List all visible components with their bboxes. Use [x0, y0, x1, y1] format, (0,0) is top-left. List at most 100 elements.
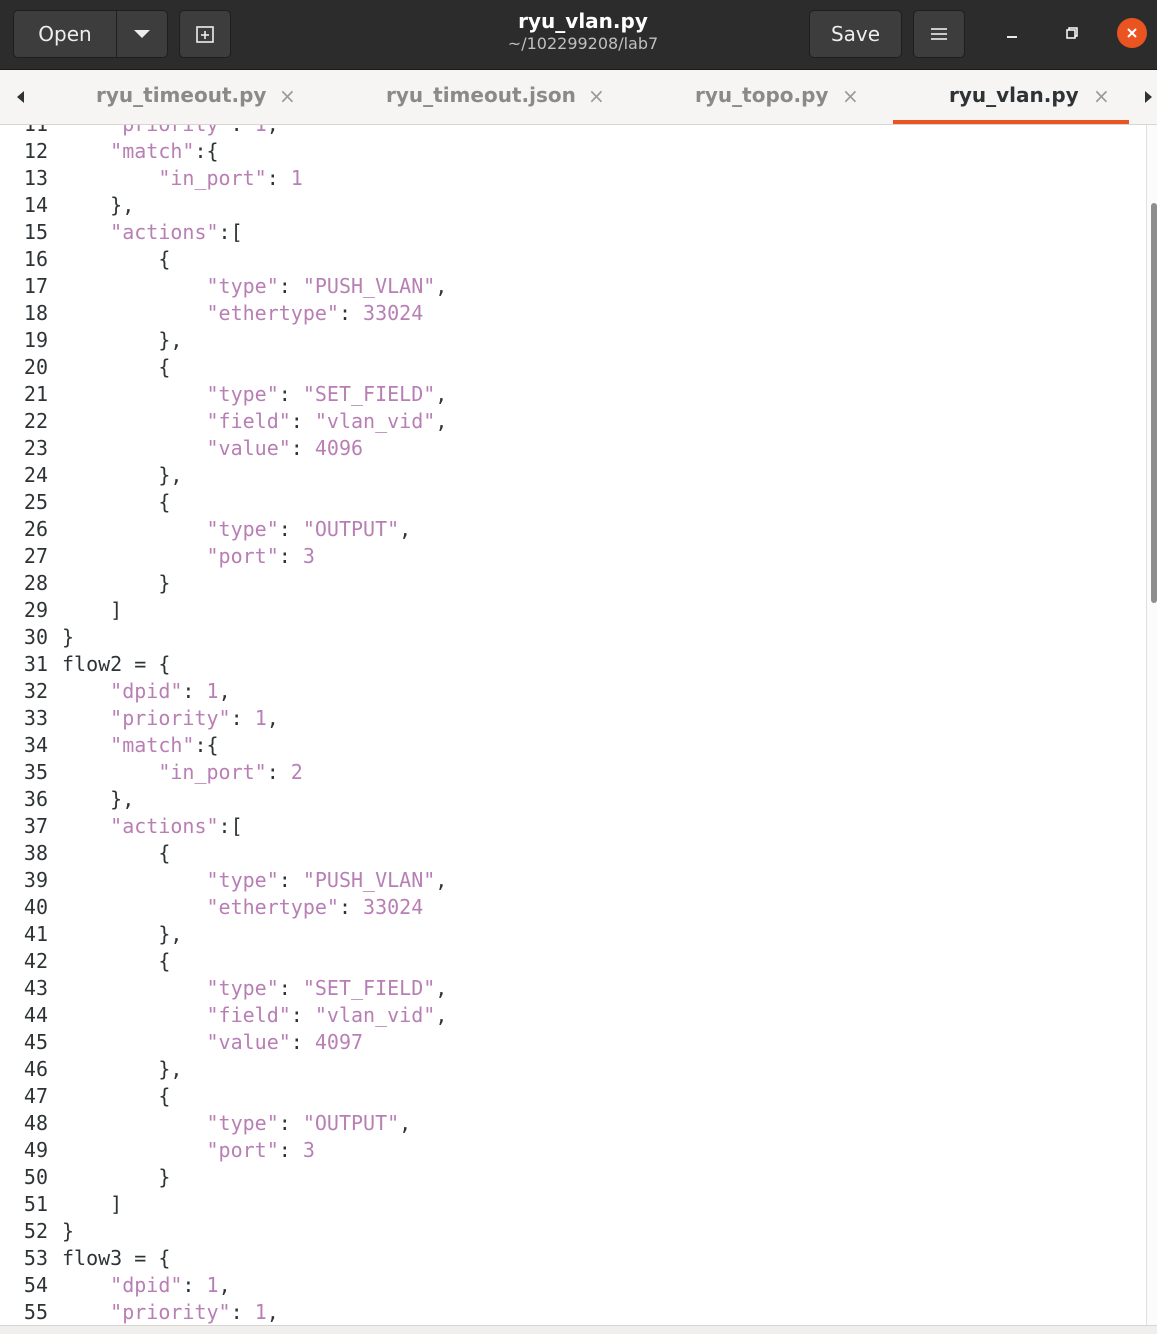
- new-tab-button[interactable]: [179, 10, 231, 58]
- vertical-scrollbar[interactable]: [1146, 125, 1157, 1325]
- line-text: {: [62, 1084, 171, 1108]
- code-line[interactable]: 35 "in_port": 2: [0, 759, 447, 786]
- code-line[interactable]: 24 },: [0, 462, 447, 489]
- code-line[interactable]: 37 "actions":[: [0, 813, 447, 840]
- menu-button[interactable]: [913, 10, 965, 58]
- code-line[interactable]: 14 },: [0, 192, 447, 219]
- code-line[interactable]: 32 "dpid": 1,: [0, 678, 447, 705]
- line-text: }: [62, 625, 75, 649]
- open-dropdown-button[interactable]: [117, 11, 167, 57]
- code-line[interactable]: 53 flow3 = {: [0, 1245, 447, 1272]
- code-line[interactable]: 20 {: [0, 354, 447, 381]
- code-line[interactable]: 50 }: [0, 1164, 447, 1191]
- scroll-tabs-left-button[interactable]: [12, 88, 28, 106]
- tab-label: ryu_timeout.json: [386, 83, 576, 107]
- save-button[interactable]: Save: [809, 10, 902, 58]
- line-text: "in_port": 2: [158, 760, 303, 784]
- code-line[interactable]: 39 "type": "PUSH_VLAN",: [0, 867, 447, 894]
- code-line[interactable]: 28 }: [0, 570, 447, 597]
- line-text: },: [62, 463, 183, 487]
- code-line[interactable]: 18 "ethertype": 33024: [0, 300, 447, 327]
- open-button[interactable]: Open: [14, 11, 116, 57]
- tab-ryu-timeout-json[interactable]: ryu_timeout.json ×: [315, 70, 615, 124]
- code-line[interactable]: 27 "port": 3: [0, 543, 447, 570]
- code-line[interactable]: 12 "match":{: [0, 138, 447, 165]
- line-number: 17: [23, 274, 48, 298]
- tab-close-icon[interactable]: ×: [588, 84, 605, 108]
- code-line[interactable]: 23 "value": 4096: [0, 435, 447, 462]
- code-line[interactable]: 26 "type": "OUTPUT",: [0, 516, 447, 543]
- code-line[interactable]: 44 "field": "vlan_vid",: [0, 1002, 447, 1029]
- code-line[interactable]: 34 "match":{: [0, 732, 447, 759]
- code-line[interactable]: 54 "dpid": 1,: [0, 1272, 447, 1299]
- code-line[interactable]: 46 },: [0, 1056, 447, 1083]
- hamburger-menu-icon: [931, 28, 947, 40]
- line-text: "actions":[: [110, 220, 243, 244]
- code-line[interactable]: 21 "type": "SET_FIELD",: [0, 381, 447, 408]
- code-line[interactable]: 49 "port": 3: [0, 1137, 447, 1164]
- code-line[interactable]: 38 {: [0, 840, 447, 867]
- line-number: 11: [0, 125, 48, 138]
- code-line[interactable]: 43 "type": "SET_FIELD",: [0, 975, 447, 1002]
- code-editor[interactable]: 11 "priority": 1,12 "match":{13 "in_port…: [0, 125, 1146, 1325]
- code-line[interactable]: 30}: [0, 624, 447, 651]
- line-number: 35: [23, 760, 48, 784]
- code-line[interactable]: 45 "value": 4097: [0, 1029, 447, 1056]
- header-bar: Open ryu_vlan.py ~/102299208/lab7 Save: [0, 0, 1157, 70]
- tab-ryu-vlan-py[interactable]: ryu_vlan.py ×: [893, 70, 1129, 124]
- line-text: ]: [62, 1192, 123, 1216]
- code-line[interactable]: 41 },: [0, 921, 447, 948]
- line-number: 31: [23, 652, 48, 676]
- line-number: 29: [23, 598, 48, 622]
- line-text: "ethertype": 33024: [206, 895, 424, 919]
- line-text: }: [62, 1219, 75, 1243]
- code-line[interactable]: 47 {: [0, 1083, 447, 1110]
- tab-close-icon[interactable]: ×: [1093, 84, 1110, 108]
- code-line[interactable]: 22 "field": "vlan_vid",: [0, 408, 447, 435]
- code-line[interactable]: 42 {: [0, 948, 447, 975]
- line-text: {: [62, 247, 171, 271]
- minimize-button[interactable]: [997, 18, 1027, 48]
- tab-ryu-timeout-py[interactable]: ryu_timeout.py ×: [40, 70, 315, 124]
- scrollbar-thumb[interactable]: [1151, 203, 1157, 603]
- tab-close-icon[interactable]: ×: [842, 84, 859, 108]
- code-line[interactable]: 52}: [0, 1218, 447, 1245]
- chevron-left-icon: [16, 91, 24, 103]
- tab-ryu-topo-py[interactable]: ryu_topo.py ×: [615, 70, 893, 124]
- code-line[interactable]: 13 "in_port": 1: [0, 165, 447, 192]
- line-number: 33: [23, 706, 48, 730]
- chevron-right-icon: [1144, 91, 1152, 103]
- scroll-tabs-right-button[interactable]: [1140, 88, 1156, 106]
- code-line[interactable]: 40 "ethertype": 33024: [0, 894, 447, 921]
- line-number: 26: [23, 517, 48, 541]
- window-title: ryu_vlan.py: [518, 9, 648, 33]
- code-line[interactable]: 36 },: [0, 786, 447, 813]
- code-line[interactable]: 29 ]: [0, 597, 447, 624]
- window-title-block: ryu_vlan.py ~/102299208/lab7: [430, 8, 736, 54]
- line-number: 52: [23, 1219, 48, 1243]
- code-line[interactable]: 51 ]: [0, 1191, 447, 1218]
- restore-button[interactable]: [1057, 18, 1087, 48]
- code-line[interactable]: 55 "priority": 1,: [0, 1299, 447, 1325]
- tab-close-icon[interactable]: ×: [279, 84, 296, 108]
- line-text: },: [62, 193, 135, 217]
- open-button-group: Open: [13, 10, 168, 58]
- line-text: }: [62, 571, 171, 595]
- code-line[interactable]: 33 "priority": 1,: [0, 705, 447, 732]
- close-window-button[interactable]: [1117, 18, 1147, 48]
- line-text: {: [62, 355, 171, 379]
- line-number: 34: [23, 733, 48, 757]
- chevron-down-icon: [134, 30, 150, 38]
- code-line[interactable]: 25 {: [0, 489, 447, 516]
- code-line[interactable]: 31 flow2 = {: [0, 651, 447, 678]
- code-line[interactable]: 11 "priority": 1,: [0, 125, 447, 138]
- line-text: },: [62, 922, 183, 946]
- code-line[interactable]: 19 },: [0, 327, 447, 354]
- code-line[interactable]: 16 {: [0, 246, 447, 273]
- line-text: },: [62, 1057, 183, 1081]
- line-text: "port": 3: [206, 544, 315, 568]
- line-number: 45: [23, 1030, 48, 1054]
- code-line[interactable]: 15 "actions":[: [0, 219, 447, 246]
- code-line[interactable]: 48 "type": "OUTPUT",: [0, 1110, 447, 1137]
- code-line[interactable]: 17 "type": "PUSH_VLAN",: [0, 273, 447, 300]
